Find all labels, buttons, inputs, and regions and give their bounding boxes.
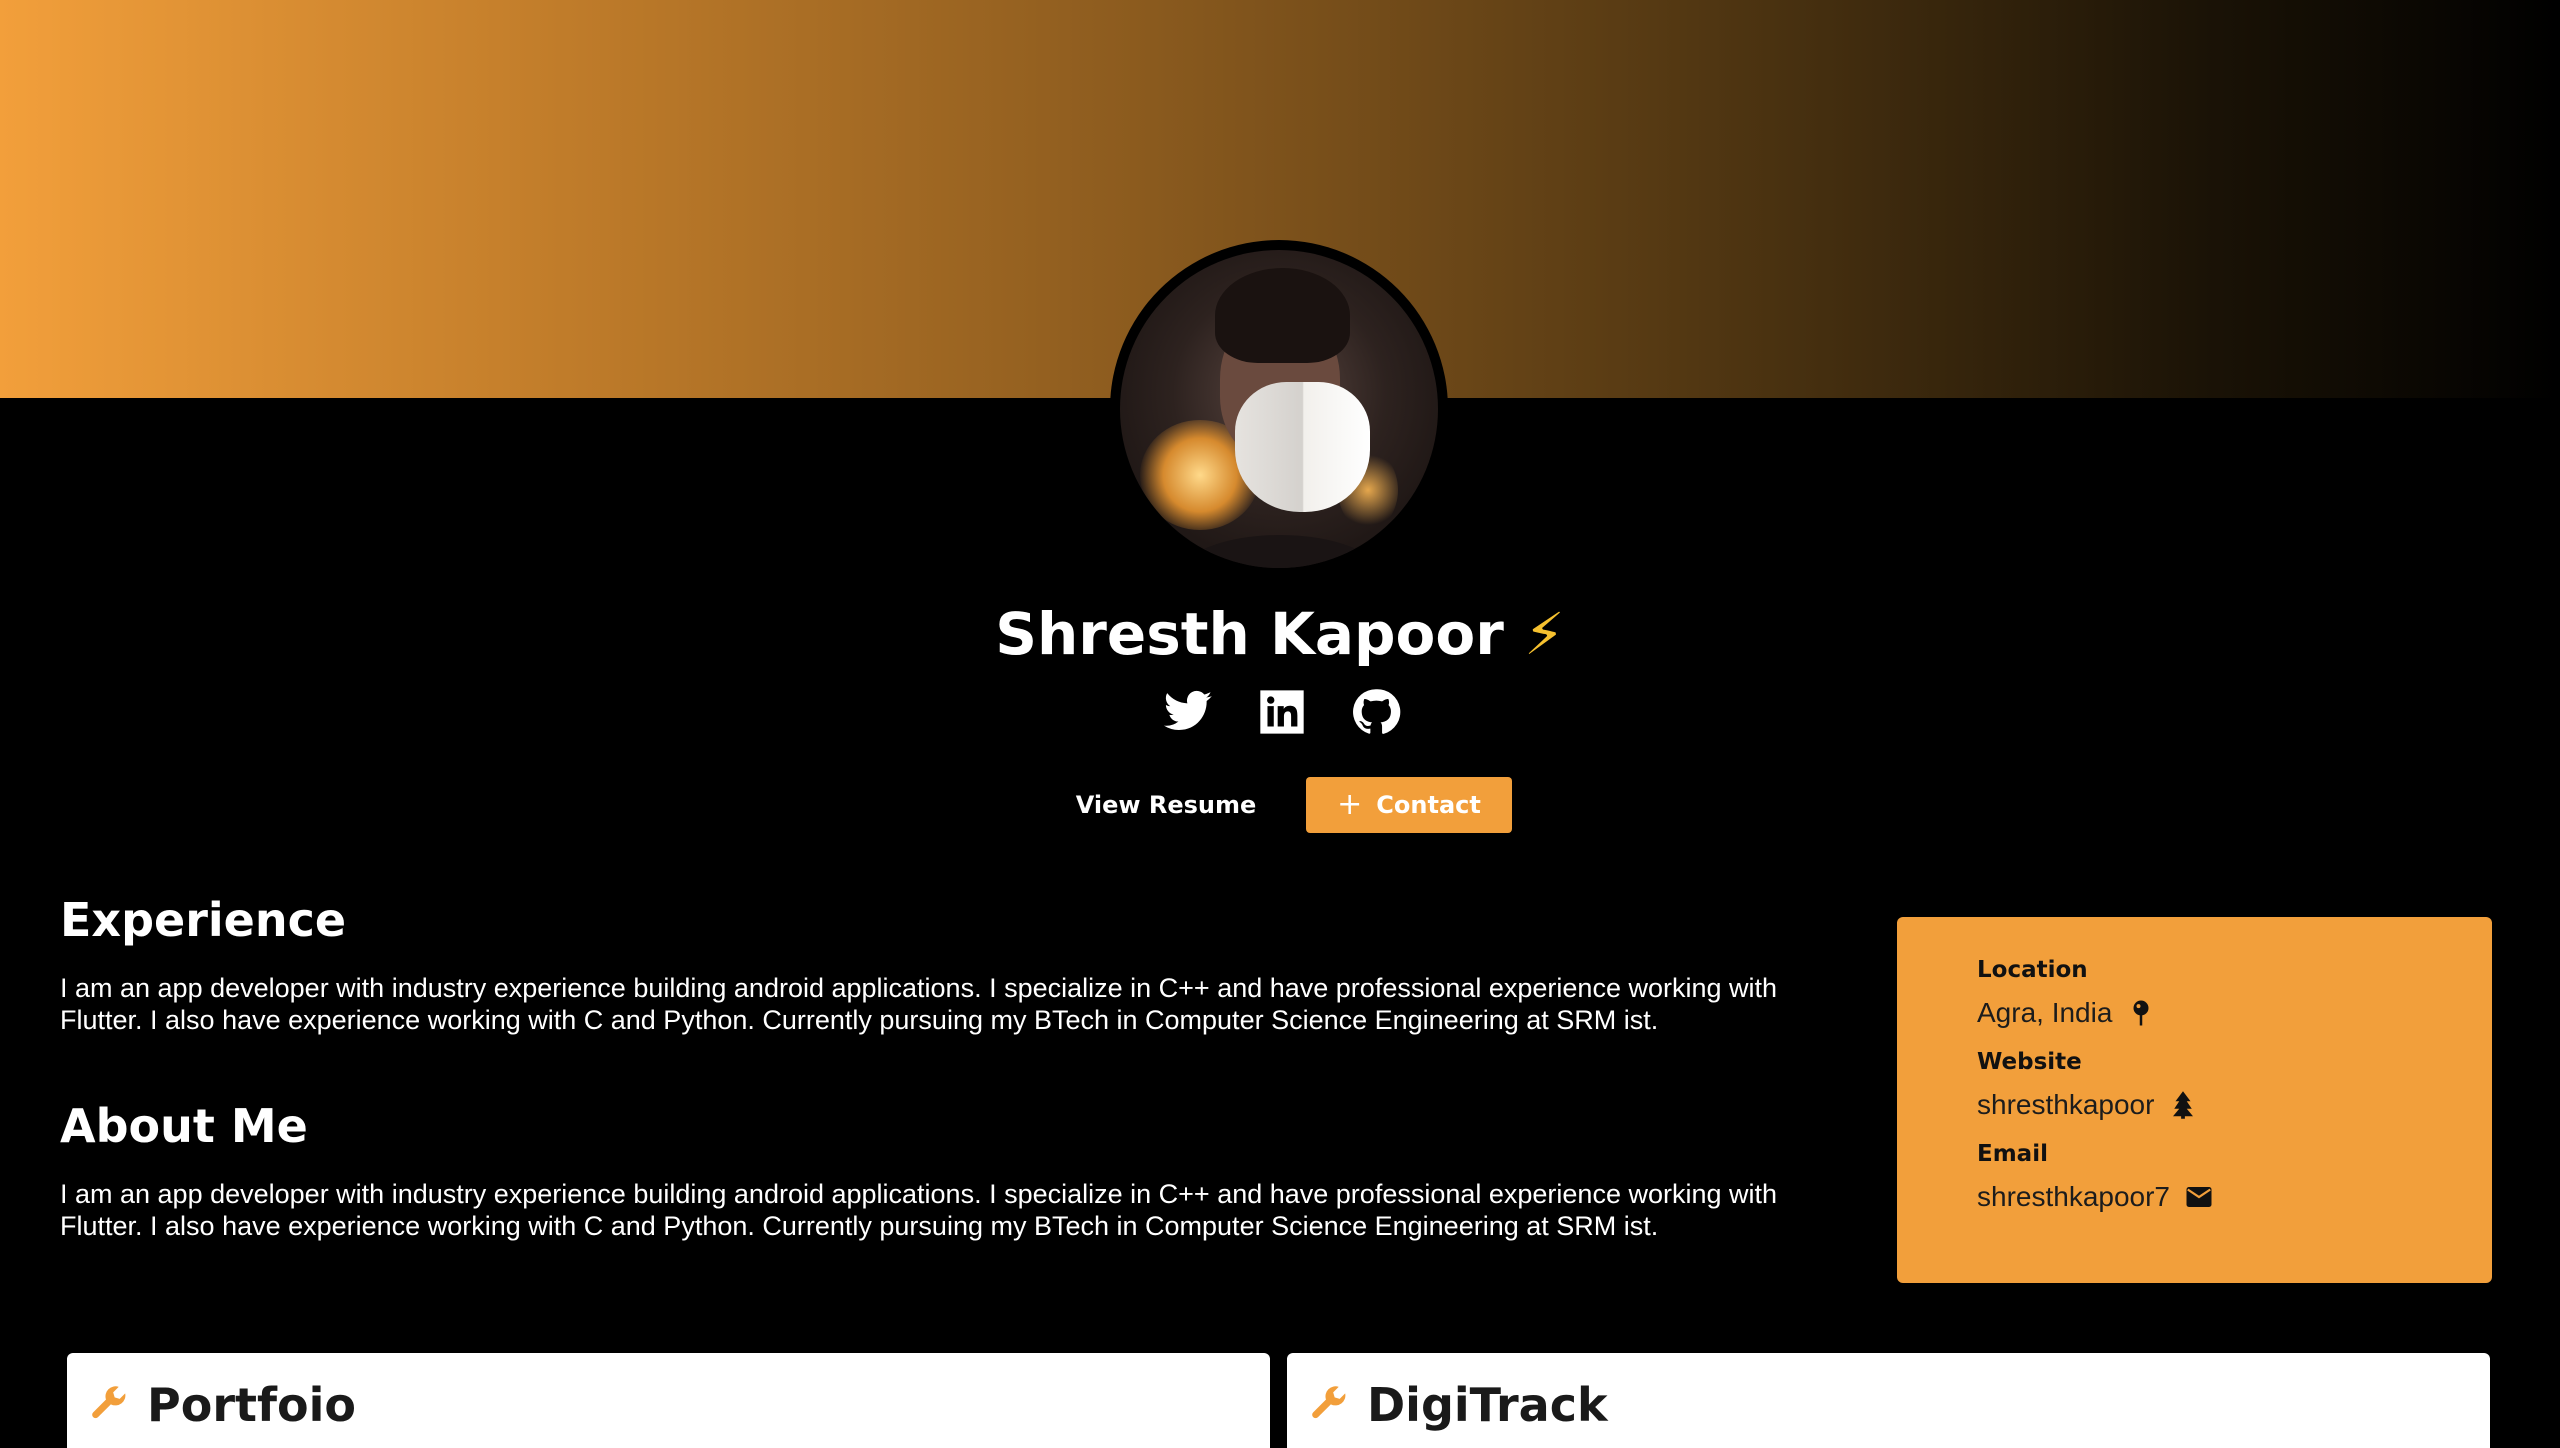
website-label: Website	[1977, 1049, 2082, 1075]
profile-name-text: Shresth Kapoor	[995, 600, 1504, 668]
experience-heading: Experience	[60, 893, 347, 947]
about-heading: About Me	[60, 1099, 308, 1153]
website-value[interactable]: shresthkapoor	[1977, 1089, 2154, 1121]
wrench-icon	[1312, 1386, 1346, 1419]
tree-icon	[2173, 1091, 2194, 1119]
profile-page: Shresth Kapoor ⚡ View Resume + Contact E…	[0, 0, 2560, 1448]
contact-button-label: Contact	[1376, 791, 1481, 819]
about-text: I am an app developer with industry expe…	[60, 1179, 1778, 1241]
lightning-emoji: ⚡	[1524, 600, 1565, 668]
avatar-photo	[1120, 250, 1438, 568]
email-row: shresthkapoor7	[1977, 1181, 2492, 1213]
email-value[interactable]: shresthkapoor7	[1977, 1181, 2170, 1213]
project-card-digitrack[interactable]: DigiTrack	[1287, 1353, 2490, 1448]
twitter-icon[interactable]	[1162, 686, 1214, 738]
email-label: Email	[1977, 1141, 2048, 1167]
social-links	[1162, 686, 1402, 738]
mail-icon	[2186, 1187, 2212, 1207]
wrench-icon	[92, 1386, 126, 1419]
project-card-portfolio[interactable]: Portfoio	[67, 1353, 1270, 1448]
website-row: shresthkapoor	[1977, 1089, 2492, 1121]
experience-text: I am an app developer with industry expe…	[60, 973, 1778, 1035]
plus-icon: +	[1337, 787, 1363, 822]
project-title: Portfoio	[147, 1378, 356, 1432]
avatar	[1110, 240, 1448, 578]
github-icon[interactable]	[1350, 686, 1402, 738]
profile-name: Shresth Kapoor ⚡	[0, 600, 2560, 668]
view-resume-button[interactable]: View Resume	[1060, 777, 1272, 833]
location-value: Agra, India	[1977, 997, 2113, 1028]
location-label: Location	[1977, 957, 2088, 983]
contact-button[interactable]: + Contact	[1306, 777, 1512, 833]
project-title: DigiTrack	[1367, 1378, 1608, 1432]
info-card: Location Agra, India Website shresthkapo…	[1897, 917, 2492, 1283]
linkedin-icon[interactable]	[1256, 686, 1308, 738]
location-row: Agra, India	[1977, 997, 2492, 1029]
profile-actions: View Resume + Contact	[1060, 776, 1520, 834]
pin-icon	[2133, 1000, 2149, 1026]
